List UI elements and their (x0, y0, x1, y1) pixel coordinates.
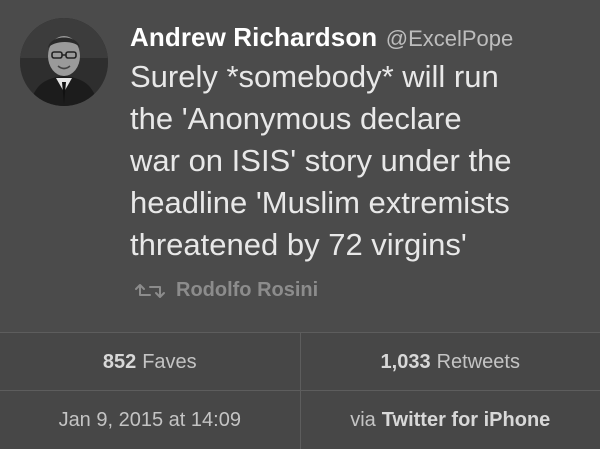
tweet-stats: 852 Faves 1,033 Retweets (0, 332, 600, 391)
author-name[interactable]: Andrew Richardson (130, 22, 377, 52)
tweet-text-line: threatened by 72 virgins' (130, 224, 590, 266)
tweet-meta: Jan 9, 2015 at 14:09 via Twitter for iPh… (0, 390, 600, 449)
tweet-header: Andrew Richardson @ExcelPope (130, 22, 513, 53)
profile-photo-icon (20, 18, 108, 106)
tweet-text-line: war on ISIS' story under the (130, 140, 590, 182)
via-label: via (350, 409, 376, 432)
retweets-count: 1,033 (381, 351, 431, 374)
tweet-text-line: headline 'Muslim extremists (130, 182, 590, 224)
author-handle[interactable]: @ExcelPope (386, 26, 514, 51)
faves-stat[interactable]: 852 Faves (0, 333, 300, 391)
timestamp: Jan 9, 2015 at 14:09 (59, 409, 241, 432)
retweeted-by[interactable]: Rodolfo Rosini (132, 279, 318, 302)
faves-label: Faves (142, 351, 196, 374)
client-name: Twitter for iPhone (382, 409, 551, 432)
timestamp-cell: Jan 9, 2015 at 14:09 (0, 391, 300, 449)
retweeter-name: Rodolfo Rosini (176, 279, 318, 302)
tweet-card: Andrew Richardson @ExcelPope Surely *som… (0, 0, 600, 332)
faves-count: 852 (103, 351, 136, 374)
retweets-label: Retweets (437, 351, 520, 374)
tweet-text-line: Surely *somebody* will run (130, 56, 590, 98)
retweets-stat[interactable]: 1,033 Retweets (300, 333, 600, 391)
tweet-text: Surely *somebody* will run the 'Anonymou… (130, 56, 590, 266)
client-cell[interactable]: via Twitter for iPhone (300, 391, 600, 449)
retweet-icon (132, 282, 168, 300)
tweet-text-line: the 'Anonymous declare (130, 98, 590, 140)
author-avatar[interactable] (20, 18, 108, 106)
